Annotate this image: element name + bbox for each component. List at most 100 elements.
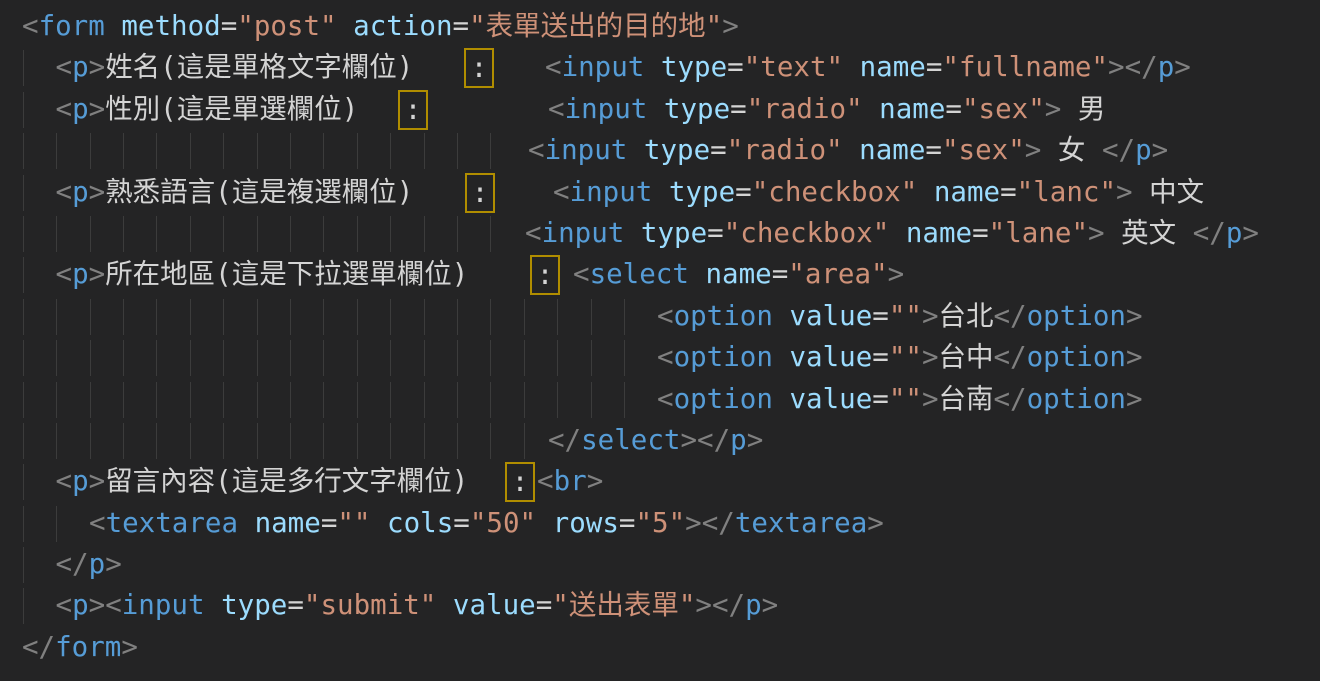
code-segment: <option value="">台北</option> bbox=[657, 296, 1143, 337]
indent-guide-line bbox=[90, 340, 91, 376]
indent-guide-line bbox=[123, 216, 124, 252]
indent-guide-line bbox=[56, 299, 57, 335]
code-token: option bbox=[674, 341, 773, 373]
code-token: "area" bbox=[788, 258, 887, 290]
code-token: > bbox=[747, 424, 764, 456]
code-token: </ bbox=[697, 424, 730, 456]
code-token: </ bbox=[994, 341, 1027, 373]
indent-guide-line bbox=[23, 50, 24, 86]
code-segment: <option value="">台中</option> bbox=[657, 337, 1143, 378]
code-token: > bbox=[685, 507, 702, 539]
code-segment: <p>性別(這是單選欄位) bbox=[56, 89, 359, 130]
code-token: = bbox=[321, 507, 338, 539]
code-segment: <input type="radio" name="sex"> 女 </p> bbox=[528, 130, 1168, 171]
code-token: input bbox=[122, 589, 205, 621]
indent-guide-line bbox=[190, 133, 191, 169]
code-token: </ bbox=[702, 507, 735, 539]
code-token: name bbox=[843, 51, 926, 83]
code-token: < bbox=[528, 134, 545, 166]
code-token: p bbox=[89, 548, 106, 580]
code-token: "" bbox=[889, 300, 922, 332]
code-token: "fullname" bbox=[942, 51, 1108, 83]
code-token: </ bbox=[1102, 134, 1135, 166]
code-line: <form method="post" action="表單送出的目的地"> bbox=[0, 6, 1320, 47]
code-token: value bbox=[773, 300, 872, 332]
code-token: type bbox=[624, 217, 707, 249]
indent-guide-line bbox=[223, 382, 224, 418]
indent-guide-line bbox=[390, 340, 391, 376]
indent-guide-line bbox=[591, 382, 592, 418]
indent-guide-line bbox=[357, 382, 358, 418]
indent-guide-line bbox=[190, 216, 191, 252]
indent-guide-line bbox=[490, 216, 491, 252]
code-token: = bbox=[221, 10, 238, 42]
code-token: = bbox=[536, 589, 553, 621]
code-token: = bbox=[453, 10, 470, 42]
code-token: = bbox=[925, 134, 942, 166]
code-token: p bbox=[72, 51, 89, 83]
code-line: <p><input type="submit" value="送出表單"></p… bbox=[0, 585, 1320, 626]
indent-guide-line bbox=[490, 133, 491, 169]
code-line: </p> bbox=[0, 544, 1320, 585]
indent-guide-line bbox=[357, 299, 358, 335]
indent-guide-line bbox=[257, 216, 258, 252]
indent-guide-line bbox=[190, 382, 191, 418]
code-token: = bbox=[735, 176, 752, 208]
code-token: </ bbox=[994, 300, 1027, 332]
indent-guide-line bbox=[223, 133, 224, 169]
code-token: > bbox=[1174, 51, 1191, 83]
indent-guide-line bbox=[557, 299, 558, 335]
code-token: 女 bbox=[1041, 134, 1102, 166]
code-token: = bbox=[972, 217, 989, 249]
code-token: "checkbox" bbox=[752, 176, 918, 208]
code-token: "" bbox=[889, 383, 922, 415]
code-token: > bbox=[922, 383, 939, 415]
code-token: > bbox=[587, 465, 604, 497]
indent-guide-line bbox=[223, 299, 224, 335]
indent-guide-line bbox=[257, 382, 258, 418]
indent-guide-line bbox=[424, 340, 425, 376]
indent-guide-line bbox=[23, 216, 24, 252]
code-token: p bbox=[72, 176, 89, 208]
code-token: type bbox=[647, 93, 730, 125]
code-token: 中文 bbox=[1133, 176, 1205, 208]
indent-guide-line bbox=[591, 299, 592, 335]
indent-guide-line bbox=[23, 133, 24, 169]
indent-guide-line bbox=[156, 216, 157, 252]
code-token: < bbox=[56, 176, 73, 208]
code-token: 熟悉語言(這是複選欄位) bbox=[105, 176, 413, 208]
indent-guide-line bbox=[56, 506, 57, 542]
code-token: </ bbox=[22, 631, 55, 663]
code-token: < bbox=[657, 341, 674, 373]
code-segment: <input type="text" name="fullname"></p> bbox=[545, 47, 1191, 88]
code-token: = bbox=[710, 134, 727, 166]
code-token: name bbox=[917, 176, 1000, 208]
code-token: "" bbox=[337, 507, 370, 539]
indent-guide-line bbox=[323, 340, 324, 376]
indent-guide-line bbox=[23, 299, 24, 335]
indent-guide-line bbox=[23, 464, 24, 500]
code-token: p bbox=[72, 589, 89, 621]
indent-guide-line bbox=[457, 299, 458, 335]
code-token: p bbox=[72, 465, 89, 497]
code-line: <option value="">台中</option> bbox=[0, 337, 1320, 378]
code-token: input bbox=[565, 93, 648, 125]
code-editor-text-area[interactable]: <form method="post" action="表單送出的目的地"><p… bbox=[0, 0, 1320, 681]
unicode-highlight-colon-box: : bbox=[465, 173, 495, 213]
code-token: type bbox=[644, 51, 727, 83]
code-token: = bbox=[287, 589, 304, 621]
code-segment: </select></p> bbox=[548, 420, 763, 461]
code-token: name bbox=[889, 217, 972, 249]
code-token: > bbox=[89, 176, 106, 208]
code-token: "lanc" bbox=[1017, 176, 1116, 208]
indent-guide-line bbox=[90, 299, 91, 335]
indent-guide-line bbox=[357, 216, 358, 252]
indent-guide-line bbox=[223, 216, 224, 252]
indent-guide-line bbox=[357, 133, 358, 169]
indent-guide-line bbox=[490, 382, 491, 418]
code-token: = bbox=[619, 507, 636, 539]
indent-guide-line bbox=[524, 423, 525, 459]
code-token: "50" bbox=[470, 507, 536, 539]
code-token: = bbox=[772, 258, 789, 290]
indent-guide-line bbox=[524, 382, 525, 418]
